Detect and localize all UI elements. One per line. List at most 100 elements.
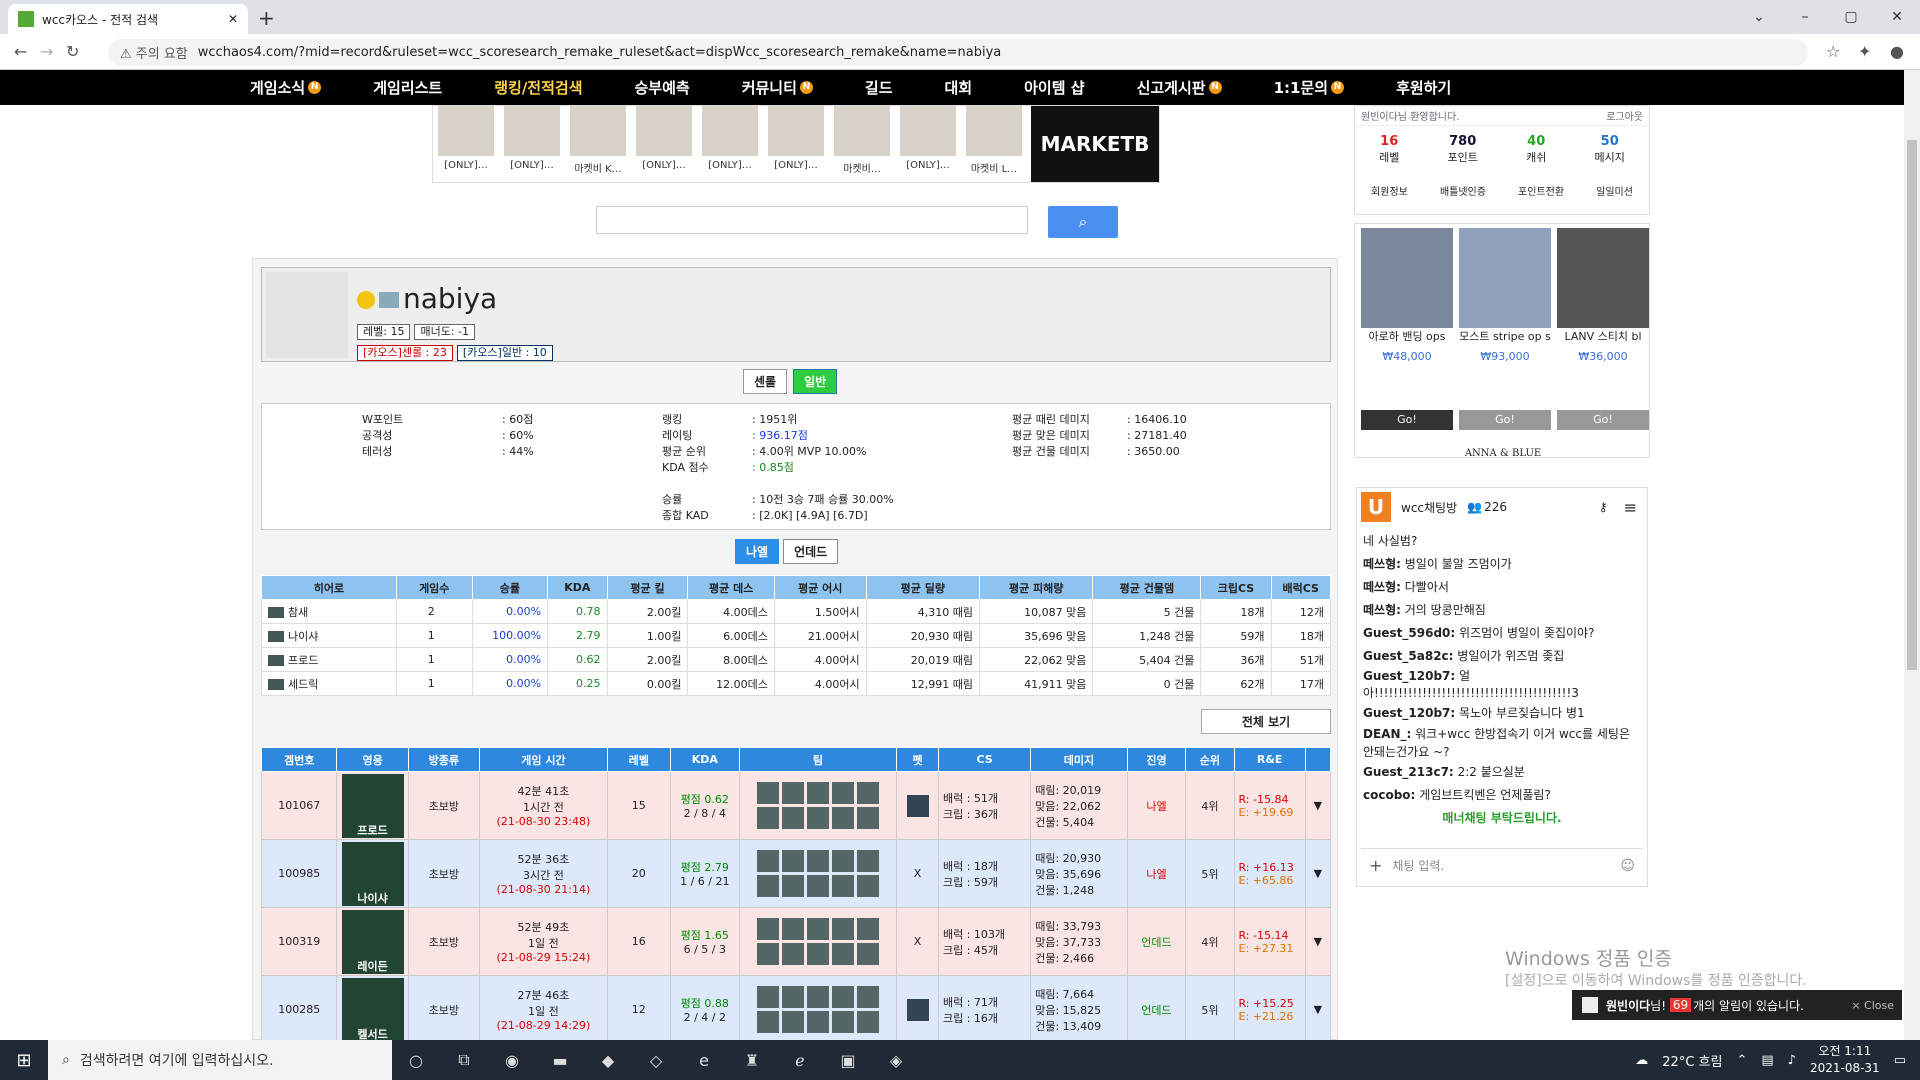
chat-input[interactable]: + 채팅 입력. ☺ <box>1361 848 1643 882</box>
chrome-icon[interactable]: ◉ <box>488 1051 536 1070</box>
expand-row-icon[interactable]: ▼ <box>1304 975 1332 1044</box>
menu-item-guild[interactable]: 길드 <box>865 77 893 98</box>
url-input[interactable]: ⚠ 주의 요함 wcchaos4.com/?mid=record&ruleset… <box>108 39 1808 66</box>
mode-ranked-button[interactable]: 센롤 <box>743 369 788 394</box>
mode-normal-button[interactable]: 일반 <box>793 369 838 394</box>
menu-icon[interactable]: ≡ <box>1624 498 1637 517</box>
go-button[interactable]: Go! <box>1361 410 1453 430</box>
go-button[interactable]: Go! <box>1459 410 1551 430</box>
warcraft-icon[interactable]: ♜ <box>728 1051 776 1070</box>
key-icon[interactable]: ⚷ <box>1599 500 1608 514</box>
taskbar-search[interactable]: ⌕ 검색하려면 여기에 입력하십시오. <box>48 1040 392 1080</box>
ie-icon[interactable]: ℯ <box>776 1051 824 1070</box>
menu-item-inquiry[interactable]: 1:1문의 N <box>1274 77 1345 98</box>
clock[interactable]: 오전 1:11 2021-08-31 <box>1810 1043 1880 1077</box>
weather-text[interactable]: 22°C 흐림 <box>1662 1051 1722 1070</box>
product-card[interactable]: LANV 스티치 bl ₩36,000 <box>1557 228 1649 363</box>
logout-link[interactable]: 로그아웃 <box>1606 108 1643 123</box>
app-icon[interactable]: ◇ <box>632 1051 680 1070</box>
menu-item-donate[interactable]: 후원하기 <box>1396 77 1451 98</box>
kakaotalk-icon[interactable]: ▣ <box>824 1051 872 1070</box>
daily-mission-link[interactable]: 일일미션 <box>1596 183 1633 198</box>
minimize-button[interactable]: – <box>1782 0 1828 34</box>
faction-undead-button[interactable]: 언데드 <box>783 539 839 564</box>
expand-row-icon[interactable]: ▼ <box>1304 771 1332 840</box>
menu-item-report[interactable]: 신고게시판 N <box>1137 77 1222 98</box>
ad-item[interactable]: 마켓비 K… <box>565 106 631 182</box>
chat-message: Guest_120b7: 목노아 부르짖습니다 병1 <box>1363 706 1585 720</box>
bookmark-star-icon[interactable]: ☆ <box>1826 42 1840 61</box>
expand-row-icon[interactable]: ▼ <box>1304 839 1332 908</box>
table-header-row: 겜번호 영웅 방종류 게임 시간 레벨 KDA 팀 펫 CS 데미지 진영 순위… <box>260 747 1332 772</box>
emoji-icon[interactable]: ☺ <box>1620 858 1635 874</box>
hero-portrait: 켈서드 <box>341 977 404 1042</box>
task-view-icon[interactable]: ⧉ <box>440 1050 488 1070</box>
view-all-button[interactable]: 전체 보기 <box>1201 709 1331 734</box>
plus-icon[interactable]: + <box>1369 856 1382 875</box>
search-button[interactable]: ⌕ <box>1048 206 1118 238</box>
expand-row-icon[interactable]: ▼ <box>1304 907 1332 976</box>
notification-toast[interactable]: 원빈이다 님! 69 개의 알림이 있습니다. × Close <box>1572 990 1902 1020</box>
close-tab-icon[interactable]: ✕ <box>228 12 238 26</box>
ad-item[interactable]: [ONLY]… <box>697 106 763 182</box>
ad-item[interactable]: [ONLY]… <box>433 106 499 182</box>
profile-menu-icon[interactable]: ⌄ <box>1736 0 1782 34</box>
browser-tab[interactable]: wcc카오스 - 전적 검색 ✕ <box>8 4 248 34</box>
member-info-box: 원빈이다님 환영합니다. 로그아웃 16 레벨 780 포인트 40 캐쉬 50 메시지… <box>1354 105 1650 215</box>
extensions-icon[interactable]: ✦ <box>1858 42 1871 61</box>
reload-icon[interactable]: ↻ <box>66 42 79 61</box>
cortana-icon[interactable]: ○ <box>392 1051 440 1070</box>
table-row[interactable]: 100985 나이샤 초보방 52분 36초 3시간 전 (21-08-30 21:… <box>260 839 1332 908</box>
security-warning[interactable]: ⚠ 주의 요함 <box>120 43 188 62</box>
menu-item-tournament[interactable]: 대회 <box>945 77 973 98</box>
maximize-button[interactable]: ▢ <box>1828 0 1874 34</box>
site-main-menu: 게임소식 N 게임리스트 랭킹/전적검색 승부예측 커뮤니티 N 길드 대회 아이템… <box>0 70 1904 105</box>
page-scrollbar[interactable] <box>1904 70 1920 1040</box>
network-icon[interactable]: ▤ <box>1761 1053 1773 1068</box>
faction-nightelf-button[interactable]: 나엘 <box>735 539 780 564</box>
avatar[interactable]: ● <box>1890 42 1904 61</box>
point-stat[interactable]: 780 포인트 <box>1448 134 1478 165</box>
product-card[interactable]: 아로하 밴딩 ops ₩48,000 <box>1361 228 1453 363</box>
member-info-link[interactable]: 회원정보 <box>1371 183 1408 198</box>
search-input[interactable] <box>596 206 1028 234</box>
ad-brand-logo[interactable]: MARKETB <box>1031 106 1159 182</box>
menu-item-prediction[interactable]: 승부예측 <box>635 77 690 98</box>
notification-icon[interactable]: ▭ <box>1894 1053 1906 1068</box>
ad-item[interactable]: [ONLY]… <box>499 106 565 182</box>
table-row[interactable]: 100319 레이든 초보방 52분 49초 1일 전 (21-08-29 15:2… <box>260 907 1332 976</box>
menu-item-itemshop[interactable]: 아이템 샵 <box>1024 77 1084 98</box>
table-row[interactable]: 100285 켈서드 초보방 27분 46초 1일 전 (21-08-29 14:2… <box>260 975 1332 1044</box>
go-button[interactable]: Go! <box>1557 410 1649 430</box>
app-icon[interactable]: ◆ <box>584 1051 632 1070</box>
ad-banner[interactable]: [ONLY]… [ONLY]… 마켓비 K… [ONLY]… [ONLY]… [… <box>432 105 1160 183</box>
close-toast-button[interactable]: × Close <box>1851 999 1894 1012</box>
menu-item-news[interactable]: 게임소식 N <box>250 77 322 98</box>
volume-icon[interactable]: ♪ <box>1788 1053 1796 1068</box>
edge-icon[interactable]: e <box>680 1051 728 1070</box>
ad-item[interactable]: 마켓비… <box>829 106 895 182</box>
battlenet-auth-link[interactable]: 배틀넷인증 <box>1440 183 1486 198</box>
message-stat[interactable]: 50 메시지 <box>1595 134 1625 165</box>
cash-stat[interactable]: 40 캐쉬 <box>1526 134 1546 165</box>
menu-item-gamelist[interactable]: 게임리스트 <box>373 77 442 98</box>
app-icon[interactable]: ◈ <box>872 1051 920 1070</box>
back-icon[interactable]: ← <box>14 42 27 61</box>
ad-item[interactable]: [ONLY]… <box>895 106 961 182</box>
weather-icon[interactable]: ☁ <box>1635 1053 1648 1068</box>
point-convert-link[interactable]: 포인트전환 <box>1518 183 1564 198</box>
ad-item[interactable]: [ONLY]… <box>631 106 697 182</box>
close-window-button[interactable]: ✕ <box>1874 0 1920 34</box>
folder-icon[interactable]: ▬ <box>536 1051 584 1070</box>
chevron-up-icon[interactable]: ⌃ <box>1736 1053 1747 1068</box>
menu-item-ranking[interactable]: 랭킹/전적검색 <box>494 77 582 98</box>
forward-icon[interactable]: → <box>40 42 53 61</box>
level-stat[interactable]: 16 레벨 <box>1379 134 1399 165</box>
product-card[interactable]: 모스트 stripe op s ₩93,000 <box>1459 228 1551 363</box>
windows-start-icon[interactable]: ⊞ <box>0 1050 48 1071</box>
table-row[interactable]: 101067 프로드 초보방 42분 41초 1시간 전 (21-08-30 23:… <box>260 771 1332 840</box>
new-tab-button[interactable]: + <box>258 6 275 30</box>
ad-item[interactable]: 마켓비 L… <box>961 106 1027 182</box>
menu-item-community[interactable]: 커뮤니티 N <box>742 77 813 98</box>
ad-item[interactable]: [ONLY]… <box>763 106 829 182</box>
